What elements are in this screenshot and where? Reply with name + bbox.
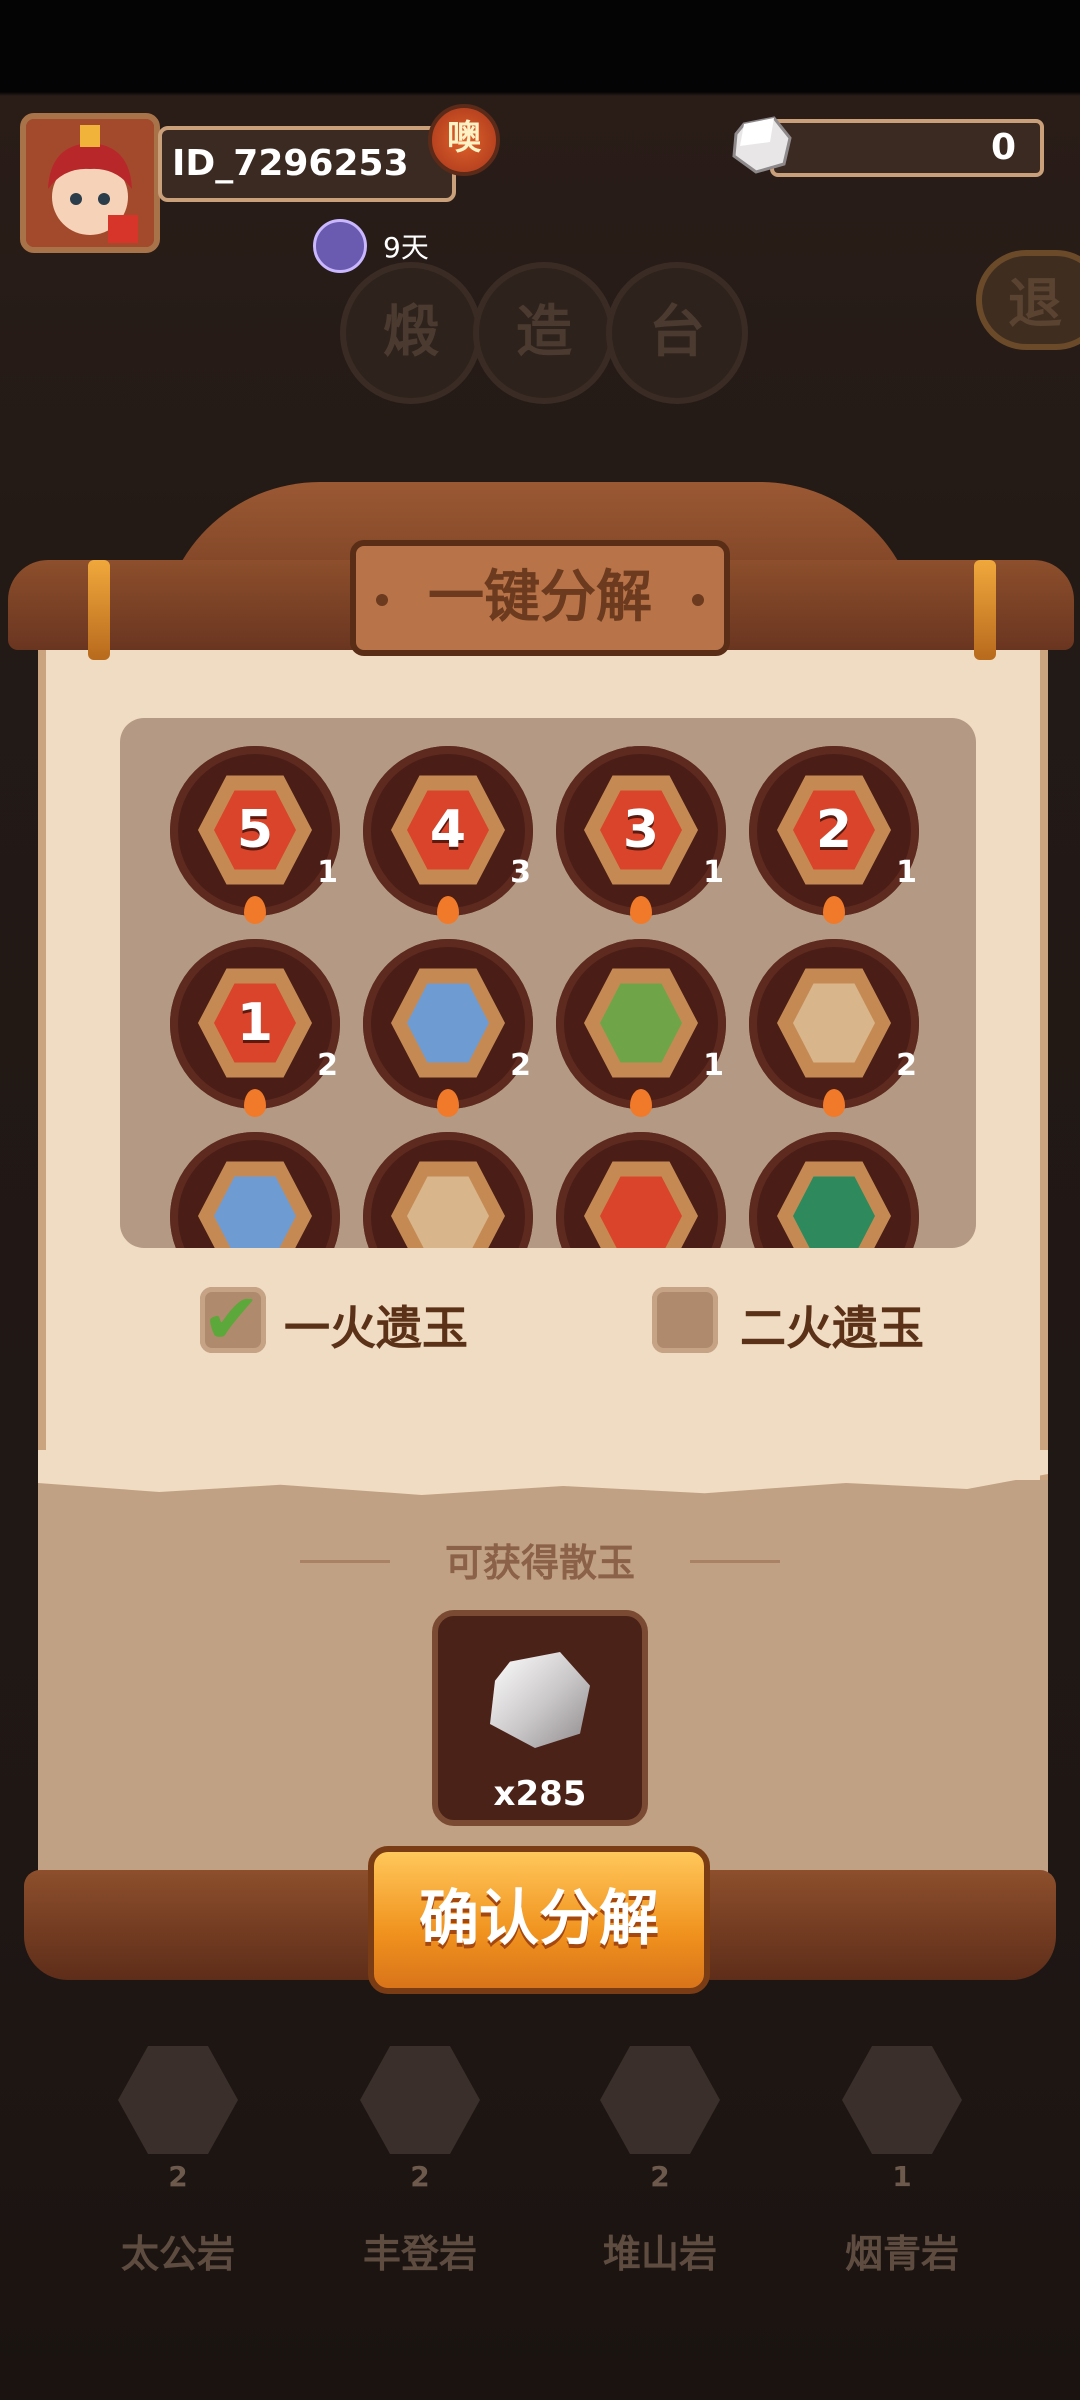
fire-icon — [630, 896, 652, 924]
fire-icon — [823, 896, 845, 924]
scroll-icon — [842, 2046, 962, 2154]
decompose-item[interactable]: 2 — [749, 939, 919, 1117]
item-count: 1 — [703, 855, 724, 890]
fire-icon — [244, 896, 266, 924]
avatar-character-icon — [26, 119, 154, 247]
reward-count: x285 — [493, 1774, 587, 1814]
bottom-item-1: 2 太公岩 — [98, 2040, 258, 2278]
item-count: 1 — [703, 1048, 724, 1083]
decompose-item[interactable]: 51 — [170, 746, 340, 924]
decompose-item[interactable] — [363, 1132, 533, 1248]
bottom-item-name: 烟青岩 — [844, 2232, 959, 2276]
decompose-item[interactable] — [749, 1132, 919, 1248]
decompose-item[interactable]: 1 — [556, 939, 726, 1117]
exit-button[interactable]: 退 — [976, 250, 1080, 350]
jade-counter: 0 — [770, 119, 1044, 177]
decompose-item[interactable]: 12 — [170, 939, 340, 1117]
forge-char-1: 煅 — [340, 262, 482, 404]
bottom-item-count: 2 — [650, 2160, 670, 2193]
fire-icon — [823, 1089, 845, 1117]
bottom-item-name: 太公岩 — [120, 2232, 235, 2276]
avatar[interactable] — [20, 113, 160, 253]
item-count: 2 — [510, 1048, 531, 1083]
decompose-item[interactable]: 31 — [556, 746, 726, 924]
fish-icon — [118, 2046, 238, 2154]
item-count: 1 — [896, 855, 917, 890]
checkbox-second-fire[interactable] — [652, 1287, 718, 1353]
item-count: 2 — [317, 1048, 338, 1083]
bottom-item-name: 堆山岩 — [602, 2232, 717, 2276]
bottom-item-count: 2 — [410, 2160, 430, 2193]
forge-char-3: 台 — [606, 262, 748, 404]
title-dot-right — [692, 594, 704, 606]
fire-icon — [437, 896, 459, 924]
gain-title: 可获得散玉 — [444, 1541, 635, 1585]
decompose-item[interactable]: 2 — [363, 939, 533, 1117]
left-peg — [88, 560, 110, 660]
item-count: 3 — [510, 855, 531, 890]
bottom-item-count: 1 — [892, 2160, 912, 2193]
bottom-item-2: 2 丰登岩 — [340, 2040, 500, 2278]
fire-icon — [437, 1089, 459, 1117]
item-grid[interactable]: 5143312112212 — [120, 718, 976, 1248]
meat-icon — [600, 2046, 720, 2154]
title-dot-left — [376, 594, 388, 606]
companion-icon[interactable] — [313, 219, 367, 273]
jade-stone-icon — [732, 116, 792, 174]
item-count: 2 — [896, 1048, 917, 1083]
bottom-item-3: 2 堆山岩 — [580, 2040, 740, 2278]
fire-icon — [630, 1089, 652, 1117]
bottom-item-count: 2 — [168, 2160, 188, 2193]
player-id: ID_7296253 — [158, 126, 456, 202]
checkbox-second-fire-label[interactable]: 二火遗玉 — [740, 1292, 924, 1358]
item-count: 1 — [317, 855, 338, 890]
forge-char-2: 造 — [473, 262, 615, 404]
checkbox-first-fire-label[interactable]: 一火遗玉 — [284, 1292, 468, 1358]
right-peg — [974, 560, 996, 660]
days-remaining: 9天 — [383, 231, 429, 264]
rank-badge[interactable]: 噢 — [428, 104, 500, 176]
modal-title: 一键分解 — [350, 540, 730, 656]
decompose-item[interactable] — [556, 1132, 726, 1248]
pot-icon — [360, 2046, 480, 2154]
confirm-decompose-button[interactable]: 确认分解 — [368, 1846, 710, 1994]
decompose-item[interactable]: 21 — [749, 746, 919, 924]
bottom-item-name: 丰登岩 — [362, 2232, 477, 2276]
bottom-item-4: 1 烟青岩 — [822, 2040, 982, 2278]
decompose-item[interactable] — [170, 1132, 340, 1248]
decompose-item[interactable]: 43 — [363, 746, 533, 924]
check-icon: ✔ — [202, 1278, 261, 1360]
fire-icon — [244, 1089, 266, 1117]
